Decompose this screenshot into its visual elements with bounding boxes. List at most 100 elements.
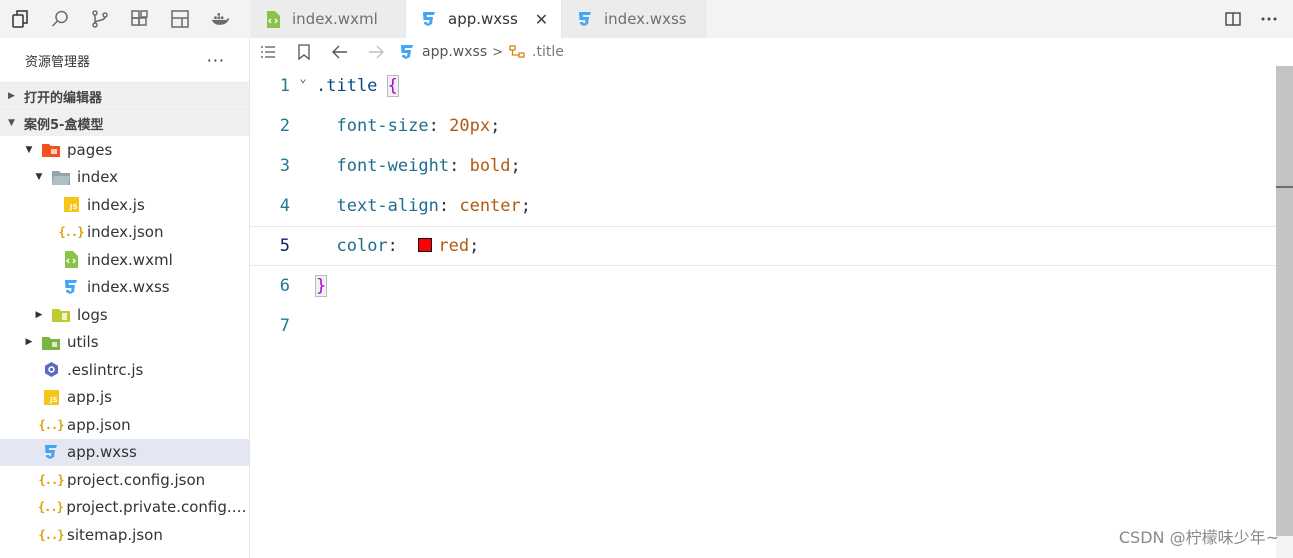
explorer-icon[interactable] — [0, 0, 40, 38]
code-line: 1 ⌄ .title { — [250, 66, 1276, 106]
editor-tab-bar: index.wxml app.wxss ✕ index.wxss — [250, 0, 1293, 38]
tree-item[interactable]: {..} project.config.json — [0, 466, 249, 494]
json-file-icon: {..} — [38, 472, 65, 487]
code-editor[interactable]: 1 ⌄ .title { 2 font-size: 20px; 3 font-w… — [250, 66, 1293, 558]
tab-index-wxss[interactable]: index.wxss — [562, 0, 706, 38]
json-file-icon: {..} — [37, 500, 64, 515]
tree-item-label: index.wxml — [87, 250, 173, 269]
js-file-icon: JS — [42, 388, 60, 406]
json-file-icon: {..} — [38, 417, 65, 432]
explorer-sidebar: 资源管理器 ··· ▶ 打开的编辑器 ▼ 案例5-盒模型 ▼ pages ▼ inde… — [0, 38, 250, 558]
layout-icon[interactable] — [160, 0, 200, 38]
tab-label: app.wxss — [448, 10, 518, 28]
more-icon[interactable]: ··· — [207, 51, 225, 70]
line-number: 4 — [279, 196, 290, 216]
code-line: 7 — [250, 306, 1276, 346]
bookmark-icon[interactable] — [286, 38, 322, 66]
extensions-icon[interactable] — [120, 0, 160, 38]
line-number: 7 — [279, 316, 290, 336]
wxss-file-icon — [576, 10, 594, 28]
file-tree: ▼ pages ▼ index JS index.js {..} index.json inde… — [0, 136, 249, 549]
wxss-file-icon — [398, 43, 416, 61]
tree-item[interactable]: .eslintrc.js — [0, 356, 249, 384]
symbol-class-icon — [508, 43, 526, 61]
code-line: 2 font-size: 20px; — [250, 106, 1276, 146]
back-arrow-icon[interactable] — [322, 38, 358, 66]
search-icon[interactable] — [40, 0, 80, 38]
tree-item-label: sitemap.json — [67, 525, 163, 544]
line-number: 2 — [279, 116, 290, 136]
activity-bar — [0, 0, 250, 38]
forward-arrow-icon[interactable] — [358, 38, 394, 66]
tab-index-wxml[interactable]: index.wxml — [250, 0, 406, 38]
tree-item[interactable]: index.wxss — [0, 274, 249, 302]
split-editor-icon[interactable] — [1215, 0, 1251, 38]
chevron-right-icon[interactable]: ▶ — [22, 337, 36, 347]
code-line-current: 5 color: red; — [250, 226, 1276, 266]
tree-item-label: .eslintrc.js — [67, 360, 144, 379]
open-editors-section[interactable]: ▶ 打开的编辑器 — [0, 82, 249, 109]
tab-app-wxss[interactable]: app.wxss ✕ — [406, 0, 562, 38]
tree-item-label: pages — [67, 140, 113, 159]
code-line: 4 text-align: center; — [250, 186, 1276, 226]
tree-item[interactable]: {..} app.json — [0, 411, 249, 439]
tree-item[interactable]: {..} project.private.config.js... — [0, 494, 249, 522]
line-number: 3 — [279, 156, 290, 176]
tree-item-label: index.wxss — [87, 278, 170, 297]
code-text: } — [314, 275, 328, 297]
close-icon[interactable]: ✕ — [534, 10, 549, 29]
watermark: CSDN @柠檬味少年~ — [1118, 528, 1279, 547]
tree-item[interactable]: ▼ index — [0, 164, 249, 192]
breadcrumb-file[interactable]: app.wxss — [398, 43, 487, 61]
chevron-right-icon[interactable]: ▶ — [32, 310, 46, 320]
source-control-icon[interactable] — [80, 0, 120, 38]
explorer-header: 资源管理器 ··· — [0, 38, 249, 82]
vertical-scrollbar-thumb[interactable] — [1276, 66, 1293, 536]
wxss-file-icon — [42, 443, 60, 461]
section-label: 案例5-盒模型 — [24, 117, 104, 133]
tree-item-label: logs — [77, 305, 108, 324]
breadcrumb-symbol-label: .title — [532, 44, 564, 60]
tree-item[interactable]: {..} sitemap.json — [0, 521, 249, 549]
tree-item[interactable]: index.wxml — [0, 246, 249, 274]
line-number: 5 — [279, 236, 290, 256]
tree-item[interactable]: JS index.js — [0, 191, 249, 219]
chevron-down-icon[interactable]: ▼ — [22, 145, 36, 155]
tree-item[interactable]: JS app.js — [0, 384, 249, 412]
tree-item-label: project.private.config.js... — [66, 498, 249, 517]
tree-item-label: app.js — [67, 388, 112, 407]
breadcrumb-symbol[interactable]: .title — [508, 43, 564, 61]
tree-item[interactable]: ▼ pages — [0, 136, 249, 164]
tab-label: index.wxml — [292, 10, 378, 28]
code-text: font-size: 20px; — [336, 116, 501, 136]
folder-pages-icon — [42, 141, 60, 159]
color-swatch[interactable] — [418, 238, 433, 252]
wxss-file-icon — [62, 278, 80, 296]
tree-item-label: index.json — [87, 223, 164, 242]
js-file-icon: JS — [62, 196, 80, 214]
tree-item[interactable]: {..} index.json — [0, 219, 249, 247]
docker-icon[interactable] — [200, 0, 240, 38]
code-text: text-align: center; — [336, 196, 532, 216]
tree-item[interactable]: app.wxss — [0, 438, 249, 466]
json-file-icon: {..} — [38, 527, 65, 542]
wxml-file-icon — [62, 251, 80, 269]
breadcrumb-separator: > — [492, 44, 504, 60]
line-number: 6 — [279, 276, 290, 296]
project-section[interactable]: ▼ 案例5-盒模型 — [0, 109, 249, 136]
wxss-file-icon — [420, 10, 438, 28]
outline-list-icon[interactable] — [250, 38, 286, 66]
folder-logs-icon — [52, 306, 70, 324]
breadcrumb: app.wxss > .title — [250, 38, 1293, 66]
chevron-down-icon: ▼ — [8, 118, 15, 128]
code-text: font-weight: bold; — [336, 156, 521, 176]
fold-chevron-icon[interactable]: ⌄ — [290, 71, 316, 85]
tree-item[interactable]: ▶ logs — [0, 301, 249, 329]
chevron-down-icon[interactable]: ▼ — [32, 172, 46, 182]
tree-item-label: project.config.json — [67, 470, 206, 489]
wxml-file-icon — [264, 10, 282, 28]
more-actions-icon[interactable] — [1251, 0, 1287, 38]
tree-item-label: index — [77, 168, 119, 187]
tree-item[interactable]: ▶ utils — [0, 329, 249, 357]
line-number: 1 — [279, 76, 290, 96]
